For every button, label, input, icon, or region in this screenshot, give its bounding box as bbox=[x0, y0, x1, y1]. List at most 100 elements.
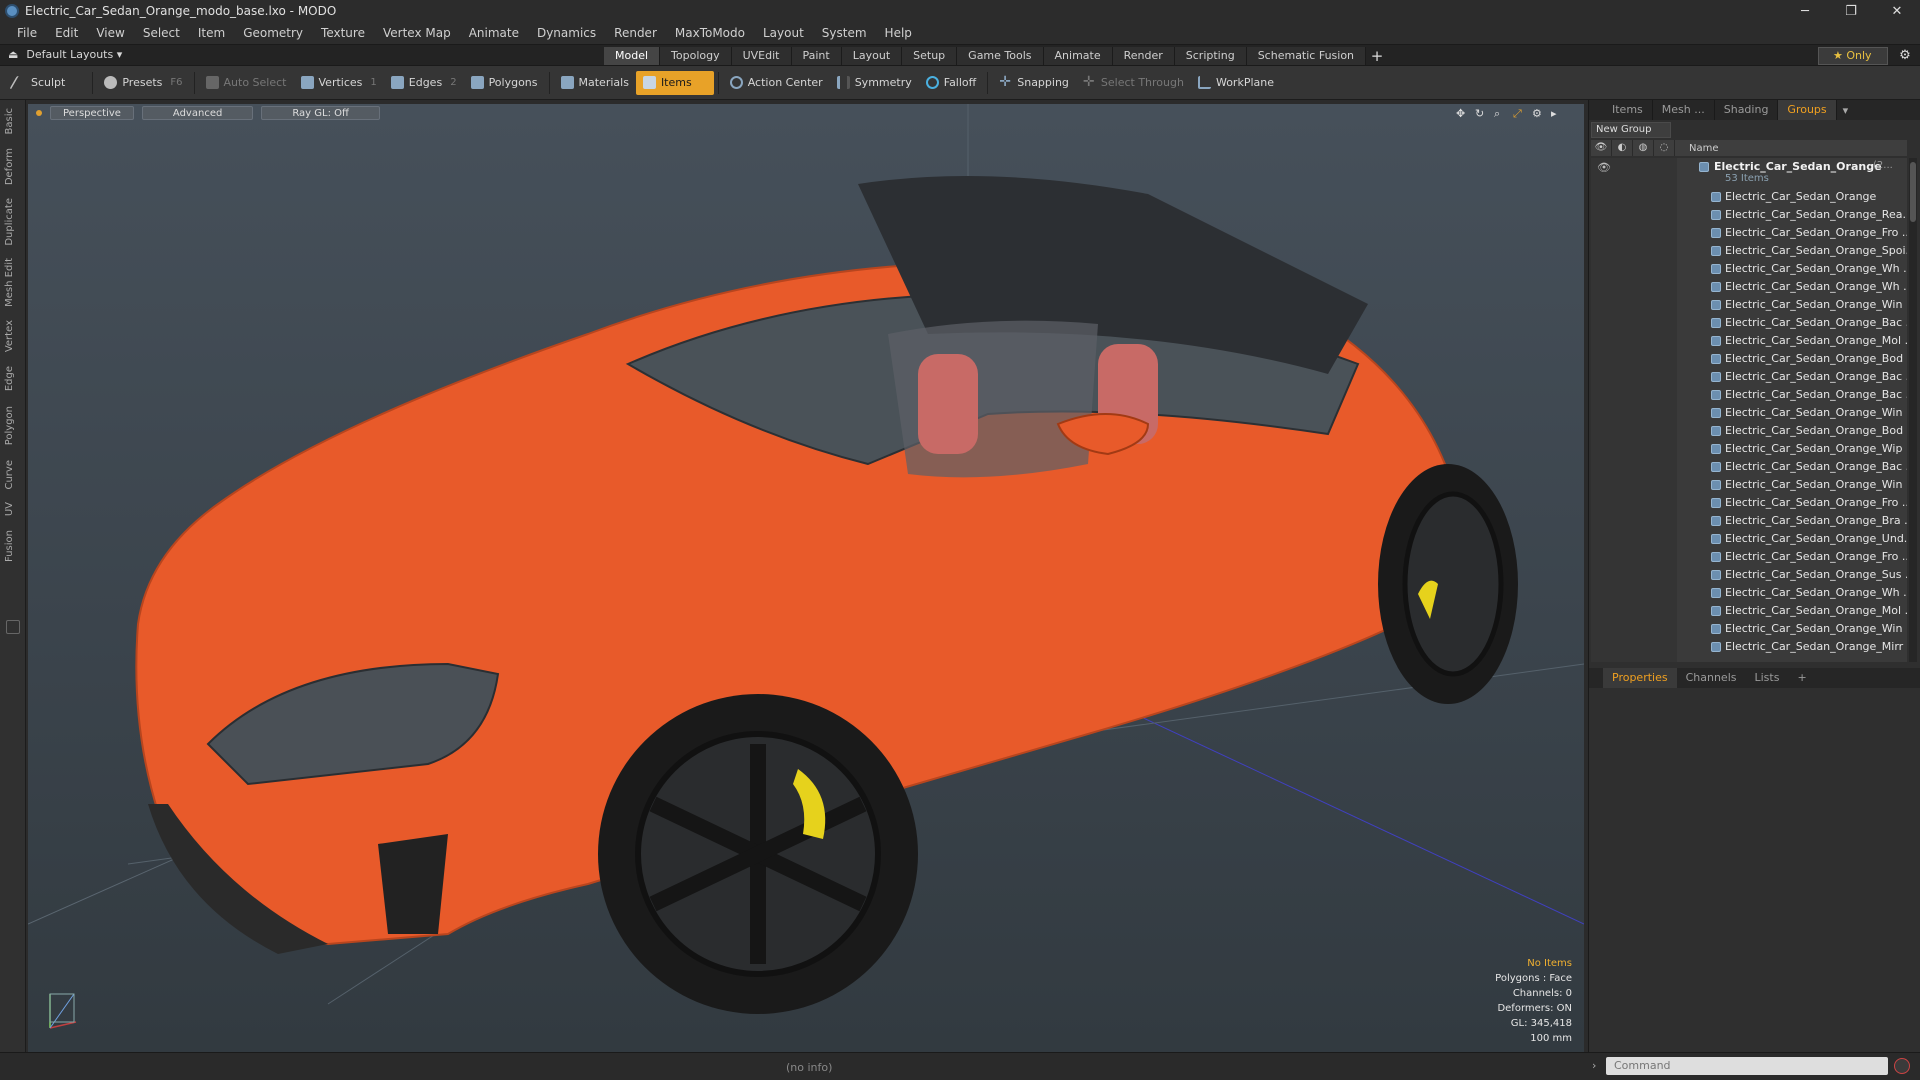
zoom-icon[interactable]: ⌕ bbox=[1494, 107, 1507, 120]
list-item[interactable]: Electric_Car_Sedan_Orange_Win ... bbox=[1591, 620, 1907, 638]
workplane-button[interactable]: WorkPlane bbox=[1191, 71, 1281, 95]
menu-animate[interactable]: Animate bbox=[460, 26, 528, 40]
new-group-button[interactable]: New Group bbox=[1591, 122, 1671, 138]
vertices-button[interactable]: Vertices 1 bbox=[294, 71, 384, 95]
menu-edit[interactable]: Edit bbox=[46, 26, 87, 40]
tab-scripting[interactable]: Scripting bbox=[1174, 47, 1247, 65]
tab-shading[interactable]: Shading bbox=[1715, 100, 1779, 120]
list-item[interactable]: Electric_Car_Sedan_Orange_Wh ... bbox=[1591, 584, 1907, 602]
tab-properties[interactable]: Properties bbox=[1603, 668, 1677, 688]
tab-render[interactable]: Render bbox=[1112, 47, 1175, 65]
rotate-icon[interactable]: ↻ bbox=[1475, 107, 1488, 120]
list-item[interactable]: Electric_Car_Sedan_Orange_Win ... bbox=[1591, 296, 1907, 314]
name-column-header[interactable]: Name bbox=[1675, 143, 1719, 154]
polygons-button[interactable]: Polygons bbox=[464, 71, 545, 95]
tab-lists[interactable]: Lists bbox=[1746, 668, 1789, 688]
command-history-icon[interactable] bbox=[1894, 1058, 1910, 1074]
materials-button[interactable]: Materials bbox=[554, 71, 636, 95]
tab-model[interactable]: Model bbox=[604, 47, 661, 65]
tab-items[interactable]: Items bbox=[1603, 100, 1653, 120]
select-through-button[interactable]: ✛ Select Through bbox=[1076, 71, 1191, 95]
fit-icon[interactable]: ⤢ bbox=[1513, 107, 1526, 120]
symmetry-button[interactable]: Symmetry bbox=[830, 71, 919, 95]
left-tab-vertex[interactable]: Vertex bbox=[4, 320, 15, 352]
panel-toggle-icon[interactable] bbox=[6, 620, 20, 634]
edges-button[interactable]: Edges 2 bbox=[384, 71, 464, 95]
raygl-toggle[interactable]: Ray GL: Off bbox=[261, 106, 380, 120]
lock-column-icon[interactable]: ◐ bbox=[1612, 140, 1633, 156]
only-toggle[interactable]: ★ Only bbox=[1818, 47, 1888, 65]
tab-setup[interactable]: Setup bbox=[902, 47, 958, 65]
list-item[interactable]: Electric_Car_Sedan_Orange_Bac ... bbox=[1591, 314, 1907, 332]
list-item[interactable]: Electric_Car_Sedan_Orange_Sus ... bbox=[1591, 566, 1907, 584]
settings-icon[interactable]: ⚙ bbox=[1532, 107, 1545, 120]
auto-select-button[interactable]: Auto Select bbox=[199, 71, 294, 95]
gear-icon[interactable]: ⚙ bbox=[1896, 47, 1914, 65]
layout-up-icon[interactable]: ⏏ bbox=[8, 48, 18, 61]
menu-vertex-map[interactable]: Vertex Map bbox=[374, 26, 460, 40]
command-input[interactable]: Command bbox=[1606, 1057, 1888, 1075]
list-item[interactable]: Electric_Car_Sedan_Orange_Win ... bbox=[1591, 476, 1907, 494]
list-item[interactable]: Electric_Car_Sedan_Orange_Rea... bbox=[1591, 206, 1907, 224]
tab-dropdown-icon[interactable]: ▾ bbox=[1837, 104, 1849, 117]
left-tab-basic[interactable]: Basic bbox=[4, 108, 15, 134]
visibility-column-icon[interactable]: 👁 bbox=[1591, 140, 1612, 156]
list-item[interactable]: Electric_Car_Sedan_Orange_Mirr ... bbox=[1591, 638, 1907, 656]
menu-item[interactable]: Item bbox=[189, 26, 234, 40]
list-item[interactable]: Electric_Car_Sedan_Orange_Bac ... bbox=[1591, 386, 1907, 404]
expand-icon[interactable]: ▸ bbox=[1551, 107, 1564, 120]
viewport-menu-icon[interactable] bbox=[36, 110, 42, 116]
left-tab-uv[interactable]: UV bbox=[4, 502, 15, 516]
add-panel-tab-icon[interactable]: + bbox=[1788, 668, 1815, 688]
tab-mesh[interactable]: Mesh ... bbox=[1653, 100, 1715, 120]
menu-geometry[interactable]: Geometry bbox=[234, 26, 312, 40]
shading-style-dropdown[interactable]: Advanced bbox=[141, 106, 254, 120]
menu-render[interactable]: Render bbox=[605, 26, 666, 40]
list-item[interactable]: Electric_Car_Sedan_Orange_Mol ... bbox=[1591, 602, 1907, 620]
left-tab-duplicate[interactable]: Duplicate bbox=[4, 198, 15, 246]
command-arrow-icon[interactable]: › bbox=[1592, 1059, 1596, 1072]
list-item[interactable]: Electric_Car_Sedan_Orange_Wip ... bbox=[1591, 440, 1907, 458]
falloff-button[interactable]: Falloff bbox=[919, 71, 983, 95]
list-item[interactable]: Electric_Car_Sedan_Orange_Und... bbox=[1591, 530, 1907, 548]
list-item[interactable]: Electric_Car_Sedan_Orange_Fro ... bbox=[1591, 548, 1907, 566]
left-tab-polygon[interactable]: Polygon bbox=[4, 406, 15, 445]
menu-help[interactable]: Help bbox=[876, 26, 921, 40]
menu-file[interactable]: File bbox=[8, 26, 46, 40]
list-item[interactable]: Electric_Car_Sedan_Orange_Bod ... bbox=[1591, 350, 1907, 368]
restore-button[interactable]: ❐ bbox=[1828, 0, 1874, 22]
presets-button[interactable]: Presets F6 bbox=[97, 71, 189, 95]
tab-game-tools[interactable]: Game Tools bbox=[957, 47, 1044, 65]
groups-list[interactable]: 👁 Electric_Car_Sedan_Orange (2... 53 Ite… bbox=[1591, 158, 1907, 662]
menu-texture[interactable]: Texture bbox=[312, 26, 374, 40]
tab-uvedit[interactable]: UVEdit bbox=[731, 47, 792, 65]
sculpt-button[interactable]: Sculpt bbox=[6, 71, 72, 95]
list-item[interactable]: Electric_Car_Sedan_Orange_Fro ... bbox=[1591, 494, 1907, 512]
menu-select[interactable]: Select bbox=[134, 26, 189, 40]
layout-selector[interactable]: Default Layouts ▾ bbox=[26, 48, 122, 61]
tab-animate[interactable]: Animate bbox=[1043, 47, 1113, 65]
left-tab-edge[interactable]: Edge bbox=[4, 366, 15, 391]
list-item[interactable]: Electric_Car_Sedan_Orange_Win ... bbox=[1591, 404, 1907, 422]
list-item[interactable]: Electric_Car_Sedan_Orange_Bac ... bbox=[1591, 458, 1907, 476]
tab-topology[interactable]: Topology bbox=[660, 47, 732, 65]
left-tab-fusion[interactable]: Fusion bbox=[4, 530, 15, 562]
list-item[interactable]: Electric_Car_Sedan_Orange_Wh ... bbox=[1591, 278, 1907, 296]
add-tab-icon[interactable]: + bbox=[1366, 47, 1388, 65]
list-item[interactable]: Electric_Car_Sedan_Orange bbox=[1591, 188, 1907, 206]
list-scrollbar-thumb[interactable] bbox=[1910, 162, 1916, 222]
action-center-button[interactable]: Action Center bbox=[723, 71, 830, 95]
minimize-button[interactable]: ─ bbox=[1782, 0, 1828, 22]
menu-view[interactable]: View bbox=[87, 26, 133, 40]
list-item[interactable]: Electric_Car_Sedan_Orange_Fro ... bbox=[1591, 224, 1907, 242]
snapping-button[interactable]: ✛ Snapping bbox=[992, 71, 1076, 95]
3d-viewport[interactable]: Perspective Advanced Ray GL: Off ✥ ↻ ⌕ ⤢… bbox=[28, 104, 1584, 1052]
tab-paint[interactable]: Paint bbox=[791, 47, 842, 65]
list-item[interactable]: Electric_Car_Sedan_Orange_Bac ... bbox=[1591, 368, 1907, 386]
menu-system[interactable]: System bbox=[813, 26, 876, 40]
menu-layout[interactable]: Layout bbox=[754, 26, 813, 40]
tab-layout[interactable]: Layout bbox=[841, 47, 903, 65]
list-item[interactable]: Electric_Car_Sedan_Orange_Bra ... bbox=[1591, 512, 1907, 530]
view-perspective-dropdown[interactable]: Perspective bbox=[50, 106, 134, 120]
list-scrollbar[interactable] bbox=[1909, 158, 1917, 662]
